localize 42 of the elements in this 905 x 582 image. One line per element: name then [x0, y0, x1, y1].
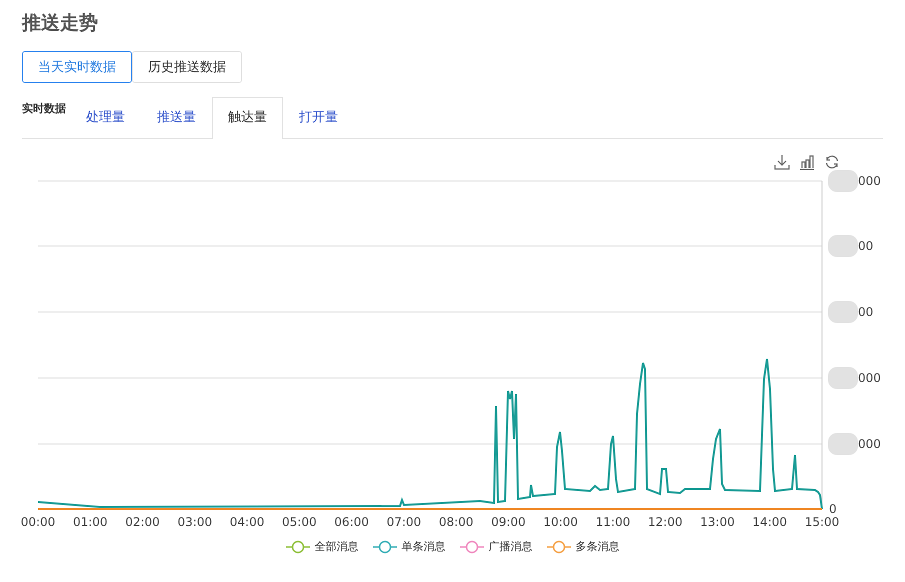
x-axis-label: 10:00	[543, 515, 578, 529]
x-axis-label: 11:00	[596, 515, 630, 529]
x-axis-label: 07:00	[386, 515, 422, 529]
x-axis-label: 14:00	[752, 515, 788, 529]
page-title: 推送走势	[22, 11, 99, 36]
bar-chart-icon[interactable]	[799, 154, 815, 170]
x-axis-label: 05:00	[282, 515, 317, 529]
x-axis-label: 06:00	[334, 515, 369, 529]
y-axis-label: 000	[858, 437, 881, 451]
y-axis-label: 0	[829, 502, 837, 516]
x-axis-label: 13:00	[700, 515, 735, 529]
x-axis-label: 09:00	[491, 515, 526, 529]
x-axis-label: 01:00	[72, 515, 108, 529]
legend-label[interactable]: 多条消息	[576, 539, 620, 554]
x-axis-label: 04:00	[230, 515, 264, 529]
download-icon[interactable]	[774, 154, 790, 170]
section-label: 实时数据	[22, 101, 66, 116]
view-toggle-button[interactable]: 当天实时数据	[22, 51, 132, 83]
x-axis-label: 02:00	[125, 515, 160, 529]
y-axis-label: 000	[858, 174, 881, 188]
x-axis-label: 08:00	[438, 515, 474, 529]
redaction-blur	[828, 433, 858, 455]
view-toggle-button[interactable]: 历史推送数据	[132, 51, 242, 83]
x-axis-label: 00:00	[20, 515, 56, 529]
tab[interactable]: 处理量	[70, 97, 141, 138]
y-axis-label: 000	[858, 371, 881, 385]
y-axis-label: 00	[858, 305, 874, 319]
x-axis-label: 15:00	[804, 515, 840, 529]
tab[interactable]: 打开量	[283, 97, 354, 138]
legend-label[interactable]: 全部消息	[314, 539, 358, 554]
tab[interactable]: 推送量	[141, 97, 212, 138]
x-axis-label: 12:00	[648, 515, 682, 529]
y-axis-label: 00	[858, 239, 874, 253]
redaction-blur	[828, 367, 858, 389]
tab[interactable]: 触达量	[212, 97, 283, 139]
legend-label[interactable]: 广播消息	[488, 539, 532, 554]
redaction-blur	[828, 301, 858, 323]
redaction-blur	[828, 235, 858, 257]
legend-label[interactable]: 单条消息	[402, 539, 446, 554]
x-axis-label: 03:00	[178, 515, 212, 529]
refresh-icon[interactable]	[824, 154, 840, 170]
redaction-blur	[828, 170, 858, 192]
